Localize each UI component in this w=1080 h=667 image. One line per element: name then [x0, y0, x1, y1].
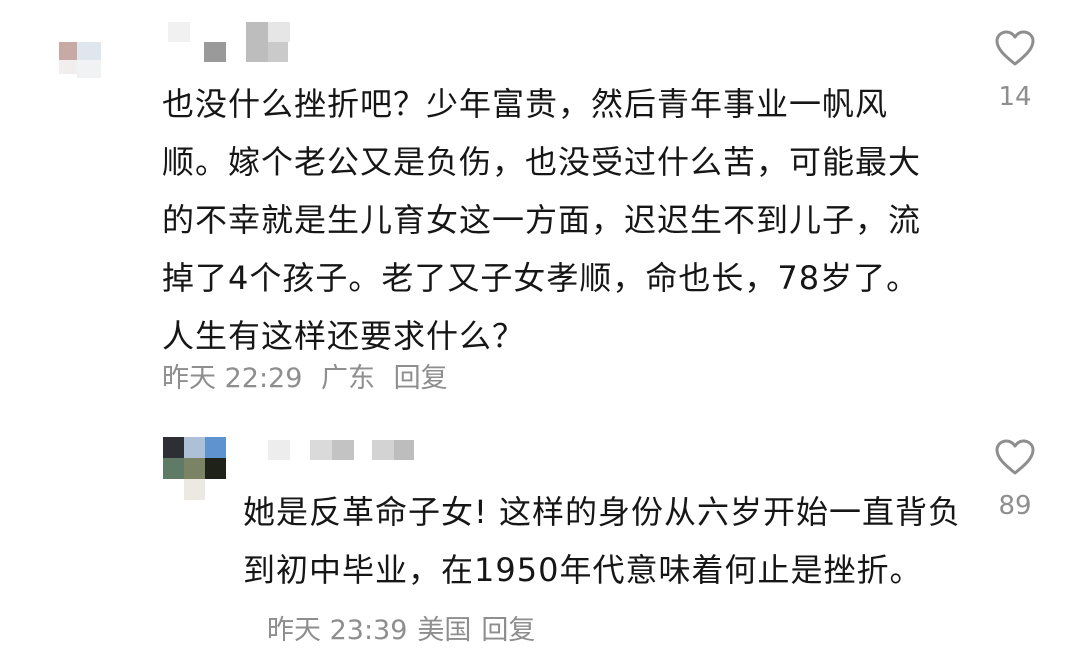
reply-button[interactable]: 回复 [481, 615, 535, 646]
reply-button[interactable]: 回复 [394, 363, 448, 394]
username[interactable] [268, 440, 428, 466]
comment-time: 昨天 23:39 [267, 615, 408, 646]
like-count: 89 [998, 491, 1032, 521]
like-count: 14 [998, 82, 1032, 112]
comment-meta: 昨天 23:39 美国 回复 [267, 615, 545, 646]
avatar[interactable] [163, 437, 228, 502]
comment-meta: 昨天 22:29 广东 回复 [162, 356, 458, 395]
comment-text: 她是反革命子女! 这样的身份从六岁开始一直背负到初中毕业，在1950年代意味着何… [243, 483, 963, 660]
comment-time: 昨天 22:29 [162, 363, 303, 394]
comment-text-body: 她是反革命子女! 这样的身份从六岁开始一直背负到初中毕业，在1950年代意味着何… [243, 493, 962, 589]
like-button[interactable]: 89 [985, 437, 1045, 521]
comment-text: 也没什么挫折吧？少年富贵，然后青年事业一帆风顺。嫁个老公又是负伤，也没受过什么苦… [162, 85, 922, 355]
comment-location: 广东 [321, 363, 375, 394]
heart-outline-icon [995, 30, 1035, 66]
avatar[interactable] [55, 38, 110, 83]
heart-outline-icon [995, 439, 1035, 475]
comment-location: 美国 [417, 615, 472, 646]
username[interactable] [162, 22, 312, 64]
like-button[interactable]: 14 [985, 28, 1045, 112]
